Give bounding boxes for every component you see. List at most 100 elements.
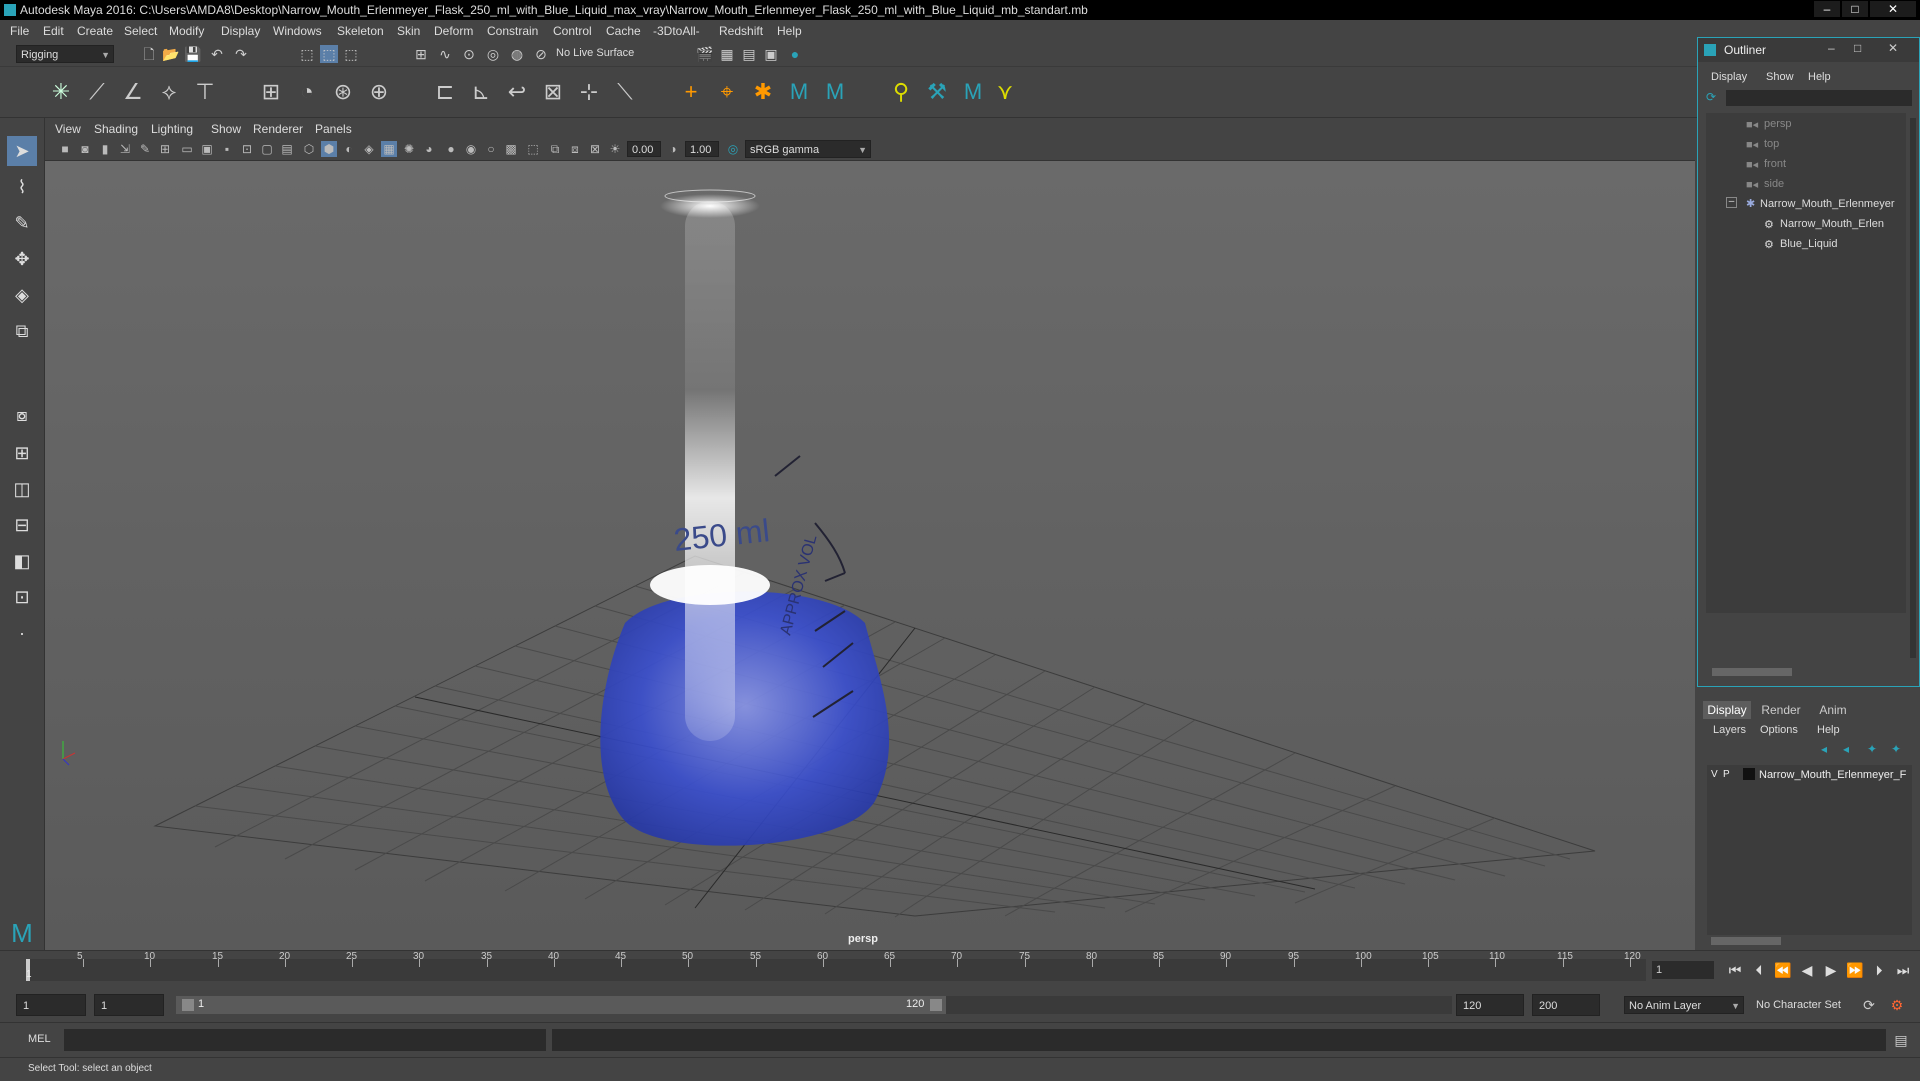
move-layer-up-icon[interactable]: ◂ [1821,742,1827,756]
smooth-bind-icon[interactable]: ↩ [502,77,532,107]
layers-horizontal-scrollbar[interactable] [1711,937,1781,945]
add-influence-icon[interactable]: ⊹ [574,77,604,107]
graph-persp-layout-icon[interactable]: ◧ [7,546,37,576]
time-slider[interactable]: 1 5 10 15 20 25 30 35 40 45 50 55 60 65 70 75 80 85 90 95 1… [0,950,1920,989]
command-language-label[interactable]: MEL [28,1033,51,1045]
single-perspective-icon[interactable]: ⧇ [7,400,37,430]
character-set-dropdown[interactable]: No Character Set [1752,996,1862,1014]
outliner-item-top[interactable]: top [1764,138,1779,150]
menu-skeleton[interactable]: Skeleton [337,24,384,38]
menu-constrain[interactable]: Constrain [487,24,538,38]
snap-curve-icon[interactable]: ∿ [436,45,454,63]
panel-menu-show[interactable]: Show [211,122,241,136]
current-frame-field[interactable]: 1 [1652,961,1714,979]
select-hierarchy-icon[interactable]: ⬚ [298,45,316,63]
panel-menu-panels[interactable]: Panels [315,122,352,136]
menu-redshift[interactable]: Redshift [719,24,763,38]
wire-icon[interactable]: ⊕ [364,77,394,107]
tab-display[interactable]: Display [1703,701,1751,719]
wrap-icon[interactable]: ⊛ [328,77,358,107]
move-layer-down-icon[interactable]: ◂ [1843,742,1849,756]
snap-edge-icon[interactable]: ⊘ [532,45,550,63]
color-management-icon[interactable]: ◎ [725,141,741,157]
open-scene-icon[interactable]: 📂 [162,45,180,63]
outliner-close-button[interactable]: ✕ [1888,41,1898,55]
move-tool-icon[interactable]: ✥ [7,244,37,274]
layer-playback-toggle[interactable]: P [1723,769,1730,780]
outliner-item-blue-liquid[interactable]: Blue_Liquid [1780,238,1838,250]
locator-icon[interactable]: + [676,77,706,107]
scale-constraint-icon[interactable]: M [820,77,850,107]
outliner-menu-show[interactable]: Show [1766,71,1794,83]
snap-grid-icon[interactable]: ⊞ [412,45,430,63]
maximize-button[interactable]: □ [1842,1,1868,17]
redo-icon[interactable]: ↷ [232,45,250,63]
range-start-handle[interactable] [182,999,194,1011]
ipr-render-icon[interactable]: ▤ [740,45,758,63]
step-back-frame-icon[interactable]: ⏴ [1750,961,1768,979]
outliner-menu-help[interactable]: Help [1808,71,1831,83]
image-plane-icon[interactable]: ▮ [97,141,113,157]
outliner-search-input[interactable] [1726,90,1912,106]
select-tool-icon[interactable]: ➤ [7,136,37,166]
isolate-select-icon[interactable]: ⬚ [525,141,541,157]
script-editor-icon[interactable]: ▤ [1892,1031,1910,1049]
refresh-icon[interactable]: ⟳ [1706,90,1716,104]
joint-tool-icon[interactable]: ✳ [46,77,76,107]
collapse-icon[interactable]: – [1726,197,1737,208]
quick-rig-icon[interactable]: ⋎ [990,77,1020,107]
range-end-handle[interactable] [930,999,942,1011]
gate-mask-icon[interactable]: ▪ [219,141,235,157]
view-transform-dropdown[interactable]: sRGB gamma ▼ [745,140,871,158]
menu-modify[interactable]: Modify [169,24,204,38]
resolution-gate-icon[interactable]: ▣ [199,141,215,157]
outliner-item-side[interactable]: side [1764,178,1784,190]
range-bar[interactable]: 1 120 [176,996,946,1014]
exposure-field[interactable]: 0.00 [627,141,661,157]
perspective-viewport[interactable]: 250 ml APPROX VOL persp [45,161,1695,950]
go-to-end-icon[interactable]: ⏭ [1894,961,1912,979]
live-surface-label[interactable]: No Live Surface [556,47,634,59]
menu-select[interactable]: Select [124,24,157,38]
ik-handle-icon[interactable]: ⟋ [82,77,112,107]
tab-render[interactable]: Render [1757,701,1805,719]
orient-constraint-icon[interactable]: M [784,77,814,107]
outliner-menu-display[interactable]: Display [1711,71,1747,83]
xray-joints-icon[interactable]: ⧈ [567,141,583,157]
panel-menu-shading[interactable]: Shading [94,122,138,136]
play-forward-icon[interactable]: ▶ [1822,961,1840,979]
step-forward-frame-icon[interactable]: ⏵ [1870,961,1888,979]
snap-point-icon[interactable]: ⊙ [460,45,478,63]
two-d-pan-icon[interactable]: ⇲ [117,141,133,157]
render-frame-icon[interactable]: ▦ [718,45,736,63]
custom-layout-icon[interactable]: · [7,618,37,648]
outliner-horizontal-scrollbar[interactable] [1712,668,1792,676]
remove-influence-icon[interactable]: ⟍ [610,77,640,107]
hypershade-layout-icon[interactable]: ⊡ [7,582,37,612]
safe-title-icon[interactable]: ▤ [279,141,295,157]
ik-spline-icon[interactable]: ∠ [118,77,148,107]
play-backward-icon[interactable]: ◀ [1798,961,1816,979]
auto-key-icon[interactable]: ⟳ [1860,996,1878,1014]
menu-windows[interactable]: Windows [273,24,322,38]
outliner-item-persp[interactable]: persp [1764,118,1792,130]
undo-icon[interactable]: ↶ [208,45,226,63]
wireframe-on-shaded-icon[interactable]: ◈ [361,141,377,157]
outliner-vertical-scrollbar[interactable] [1910,118,1916,658]
select-component-icon[interactable]: ⬚ [342,45,360,63]
two-pane-layout-icon[interactable]: ◫ [7,474,37,504]
rotate-tool-icon[interactable]: ◈ [7,280,37,310]
xray-active-icon[interactable]: ⊠ [587,141,603,157]
panel-menu-lighting[interactable]: Lighting [151,122,193,136]
grid-toggle-icon[interactable]: ⊞ [157,141,173,157]
mirror-joint-icon[interactable]: ⟡ [154,77,184,107]
panel-menu-renderer[interactable]: Renderer [253,122,303,136]
layer-visibility-toggle[interactable]: V [1711,769,1718,780]
gamma-icon[interactable]: ◑ [665,141,681,157]
film-gate-icon[interactable]: ▭ [179,141,195,157]
aim-constraint-icon[interactable]: ✱ [748,77,778,107]
menuset-dropdown[interactable]: Rigging ▼ [16,45,114,63]
playback-start-field[interactable]: 1 [94,994,164,1016]
new-empty-layer-icon[interactable]: ✦ [1867,742,1877,756]
depth-of-field-icon[interactable]: ▩ [503,141,519,157]
